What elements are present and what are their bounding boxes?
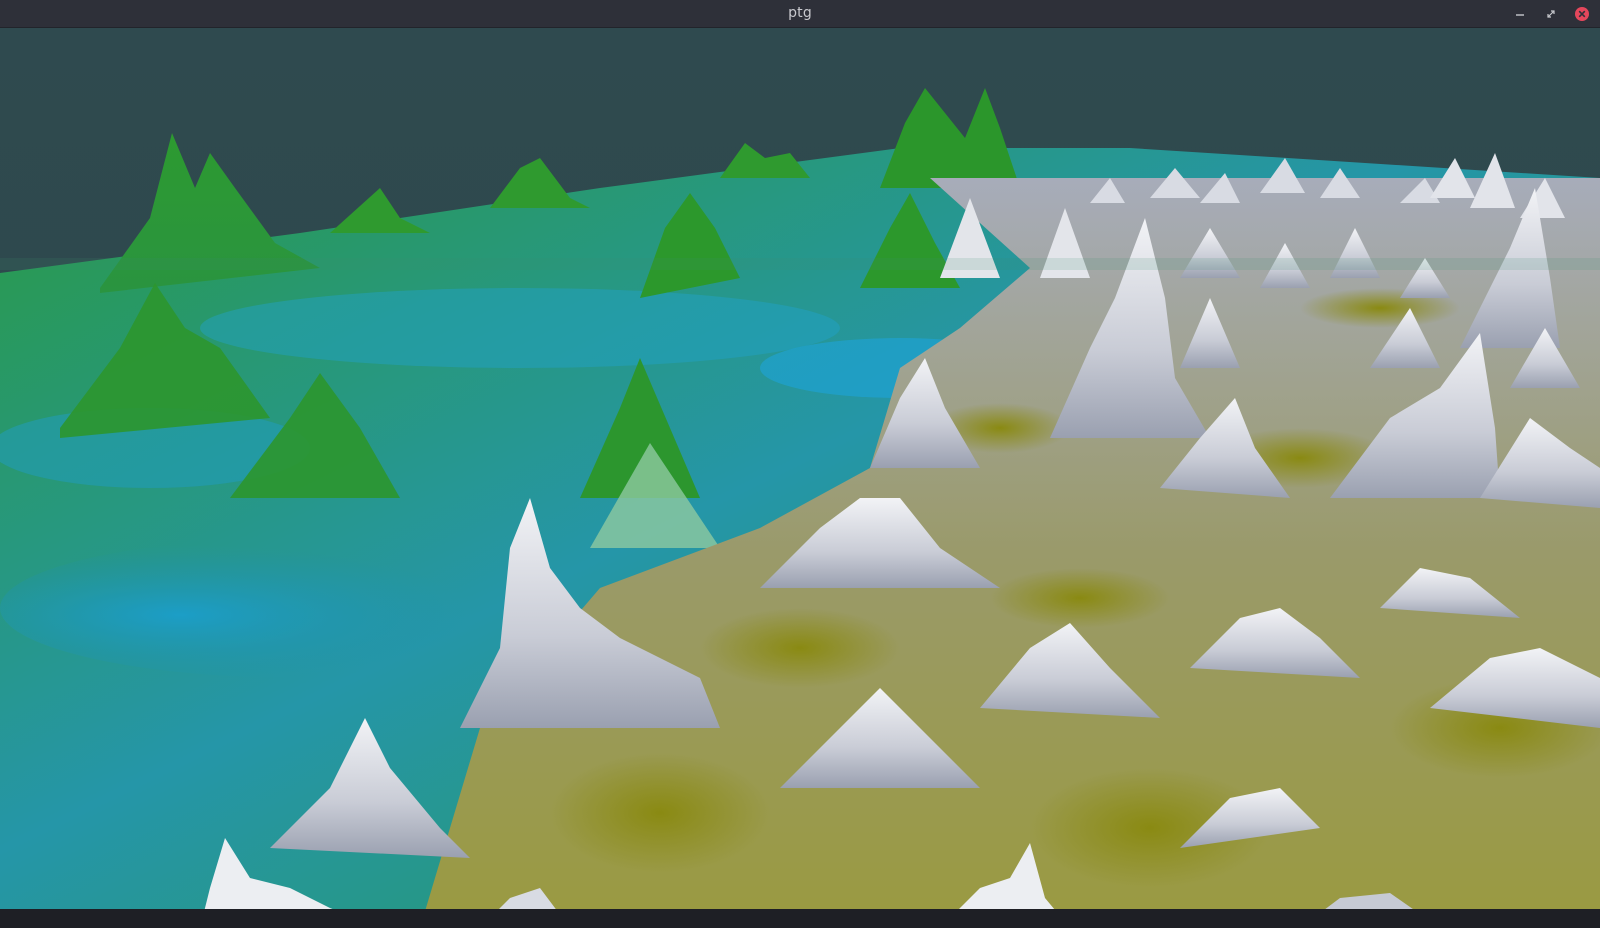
minimize-button[interactable] (1511, 5, 1529, 23)
terrain-render (0, 28, 1600, 928)
window-title: ptg (788, 5, 812, 21)
restore-icon (1547, 10, 1555, 18)
window-bottom-border (0, 909, 1600, 928)
close-button[interactable] (1573, 5, 1591, 23)
close-icon (1575, 7, 1589, 21)
title-bar[interactable]: ptg (0, 0, 1600, 28)
restore-button[interactable] (1542, 5, 1560, 23)
app-window: ptg (0, 0, 1600, 928)
terrain-viewport[interactable] (0, 28, 1600, 928)
minimize-icon (1516, 14, 1524, 16)
